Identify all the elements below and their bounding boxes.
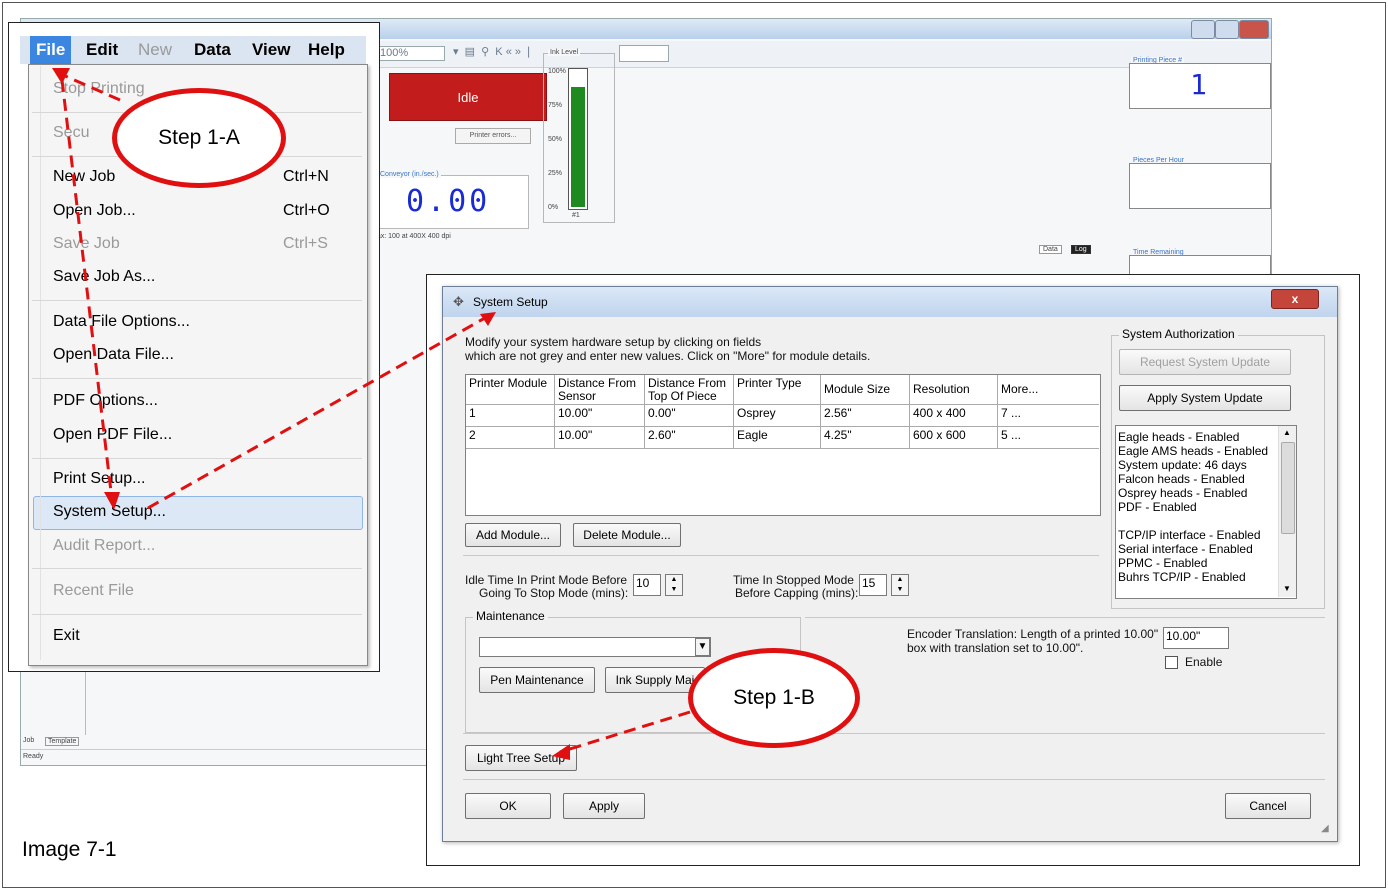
arrow-file-to-system-setup bbox=[60, 79, 114, 501]
arrowhead-light-tree bbox=[552, 744, 570, 760]
figure-caption: Image 7-1 bbox=[22, 838, 117, 861]
arrow-system-setup-to-dialog bbox=[147, 312, 493, 510]
arrow-step-b-to-light-tree bbox=[559, 710, 691, 754]
step-1b-callout: Step 1-B bbox=[688, 648, 860, 748]
step-1a-callout: Step 1-A bbox=[112, 88, 286, 188]
arrowhead-system-setup bbox=[104, 492, 120, 510]
